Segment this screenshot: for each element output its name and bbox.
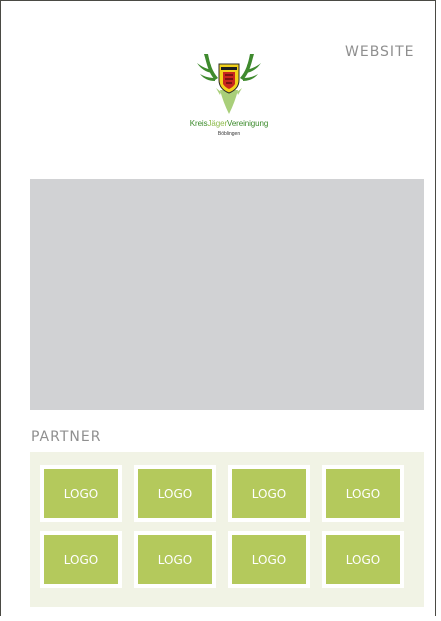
partner-logo-label: LOGO bbox=[138, 535, 212, 584]
brand-logo[interactable]: KreisJägerVereinigung Böblingen bbox=[164, 50, 294, 150]
partner-logo-tile[interactable]: LOGO bbox=[134, 465, 216, 522]
partner-logo-label: LOGO bbox=[44, 535, 118, 584]
partner-logo-label: LOGO bbox=[232, 469, 306, 518]
brand-name-part3: Vereinigung bbox=[227, 119, 269, 128]
brand-name-part2: Jäger bbox=[207, 119, 228, 128]
partner-logo-tile[interactable]: LOGO bbox=[228, 531, 310, 588]
partner-logo-label: LOGO bbox=[138, 469, 212, 518]
partner-logo-tile[interactable]: LOGO bbox=[40, 531, 122, 588]
partner-logo-label: LOGO bbox=[326, 469, 400, 518]
partner-logo-tile[interactable]: LOGO bbox=[40, 465, 122, 522]
brand-name-part1: Kreis bbox=[189, 119, 208, 128]
brand-subtitle: Böblingen bbox=[217, 131, 241, 137]
brand-name: KreisJägerVereinigung bbox=[164, 119, 294, 128]
partner-logo-panel: LOGO LOGO LOGO LOGO LOGO LOGO LOGO LOGO bbox=[30, 452, 424, 607]
partner-logo-tile[interactable]: LOGO bbox=[322, 465, 404, 522]
partner-logo-tile[interactable]: LOGO bbox=[228, 465, 310, 522]
partner-logo-label: LOGO bbox=[232, 535, 306, 584]
antler-crest-icon bbox=[197, 54, 261, 114]
partner-logo-label: LOGO bbox=[44, 469, 118, 518]
hero-image-placeholder bbox=[30, 179, 424, 410]
partner-logo-tile[interactable]: LOGO bbox=[134, 531, 216, 588]
website-link[interactable]: WEBSITE bbox=[345, 44, 414, 60]
partner-logo-label: LOGO bbox=[326, 535, 400, 584]
partner-heading: PARTNER bbox=[31, 429, 102, 445]
partner-logo-tile[interactable]: LOGO bbox=[322, 531, 404, 588]
